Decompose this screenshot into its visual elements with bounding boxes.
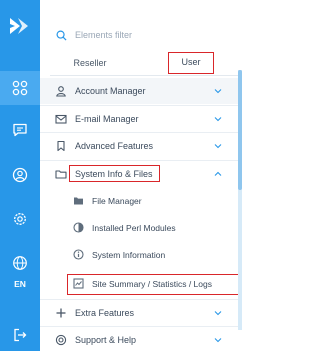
perl-module-icon	[73, 222, 84, 233]
dashboard-icon[interactable]	[0, 71, 40, 105]
language-code[interactable]: EN	[0, 279, 40, 289]
chevron-down-icon	[214, 87, 222, 95]
submenu-label: Installed Perl Modules	[92, 223, 176, 233]
elements-filter	[56, 26, 236, 44]
chevron-down-icon	[214, 309, 222, 317]
logout-icon[interactable]	[0, 318, 40, 351]
menu-label: Account Manager	[75, 86, 146, 96]
plus-icon	[55, 307, 67, 319]
envelope-icon	[55, 113, 67, 125]
menu-advanced-features[interactable]: Advanced Features	[40, 132, 242, 158]
role-tabs: Reseller User	[50, 52, 240, 76]
navigation-panel: Reseller User Account Manager E-mail Man…	[40, 0, 242, 351]
elements-filter-input[interactable]	[75, 30, 225, 40]
menu-account-manager[interactable]: Account Manager	[40, 78, 242, 104]
submenu-installed-perl-modules[interactable]: Installed Perl Modules	[40, 215, 242, 241]
panel-scrollbar[interactable]	[238, 70, 242, 330]
tabs-divider	[50, 75, 240, 76]
menu-label: Support & Help	[75, 334, 137, 345]
menu-label: Extra Features	[75, 307, 135, 318]
settings-icon[interactable]	[0, 202, 40, 236]
chevron-down-icon	[214, 336, 222, 344]
search-icon	[56, 30, 67, 41]
advanced-features-icon	[55, 140, 67, 152]
menu-extra-features[interactable]: Extra Features	[40, 299, 242, 325]
info-icon	[73, 249, 84, 260]
folder-icon	[73, 195, 84, 206]
chevron-up-icon	[214, 170, 222, 178]
folder-icon	[55, 168, 67, 180]
submenu-system-information[interactable]: System Information	[40, 242, 242, 268]
icon-rail: EN	[0, 0, 40, 351]
app-logo[interactable]	[7, 13, 33, 39]
highlight-site-summary	[67, 274, 240, 295]
lifebuoy-icon	[55, 334, 67, 346]
submenu-label: File Manager	[92, 196, 142, 206]
menu-support-help[interactable]: Support & Help	[40, 326, 242, 351]
submenu-file-manager[interactable]: File Manager	[40, 188, 242, 214]
tab-reseller[interactable]: Reseller	[50, 52, 130, 74]
menu-label: Advanced Features	[75, 140, 154, 151]
submenu-label: System Information	[92, 250, 166, 260]
tab-user[interactable]: User	[168, 52, 214, 74]
language-globe-icon[interactable]	[0, 246, 40, 280]
user-profile-icon[interactable]	[0, 158, 40, 192]
messages-icon[interactable]	[0, 113, 40, 147]
menu-label: E-mail Manager	[75, 113, 139, 124]
chevron-down-icon	[214, 142, 222, 150]
menu-email-manager[interactable]: E-mail Manager	[40, 105, 242, 131]
chevron-down-icon	[214, 115, 222, 123]
highlight-system-info	[69, 165, 160, 182]
account-user-icon	[55, 85, 67, 97]
